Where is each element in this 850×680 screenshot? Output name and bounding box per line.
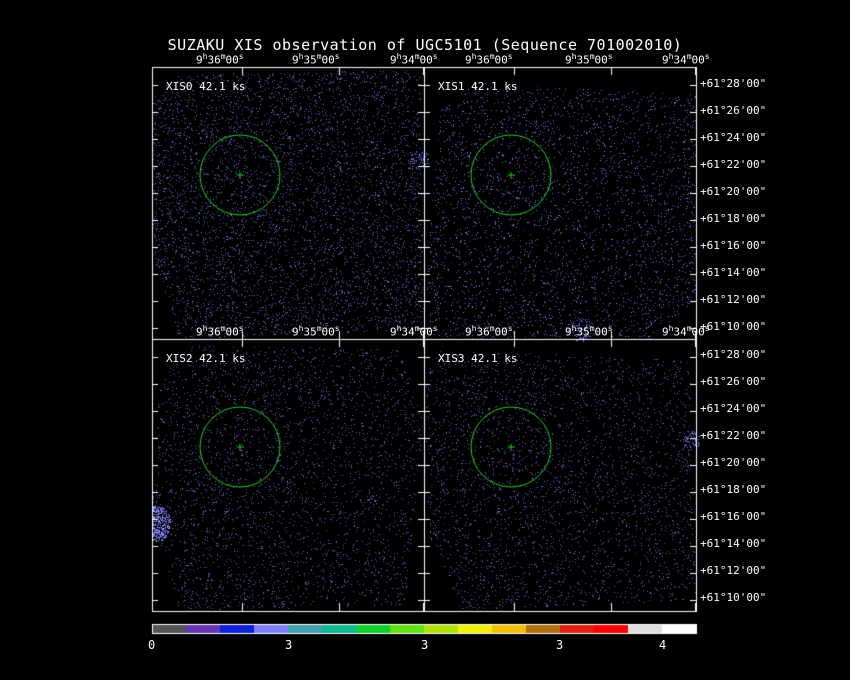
panel-label-xis3: XIS3 42.1 ks (438, 352, 518, 365)
ra-label-top-right-2: 9h35m00s (565, 52, 613, 67)
dec-label-bottom-1: +61°28'00" (700, 348, 767, 361)
dec-label-bottom-6: +61°18'00" (700, 483, 767, 496)
colorbar-tick-2: 3 (421, 638, 429, 652)
colorbar-tick-3: 3 (556, 638, 564, 652)
colorbar-tick-4: 4 (659, 638, 667, 652)
ra-label-top-right-3: 9h34m00s (662, 52, 710, 67)
dec-label-top-6: +61°18'00" (700, 212, 767, 225)
colorbar-tick-1: 3 (285, 638, 293, 652)
ra-label-mid-left-2: 9h35m00s (292, 324, 340, 339)
ra-label-top-right-1: 9h36m00s (465, 52, 513, 67)
ra-label-mid-right-2: 9h35m00s (565, 324, 613, 339)
dec-label-top-1: +61°28'00" (700, 77, 767, 90)
ra-label-top-left-1: 9h36m00s (196, 52, 244, 67)
dec-label-top-5: +61°20'00" (700, 185, 767, 198)
dec-label-bottom-4: +61°22'00" (700, 429, 767, 442)
dec-label-bottom-9: +61°12'00" (700, 564, 767, 577)
dec-label-top-9: +61°12'00" (700, 293, 767, 306)
panel-label-xis2: XIS2 42.1 ks (166, 352, 246, 365)
panel-label-xis0: XIS0 42.1 ks (166, 80, 246, 93)
dec-label-top-3: +61°24'00" (700, 131, 767, 144)
colorbar-tick-0: 0 (148, 638, 156, 652)
ra-label-top-left-3: 9h34m00s (390, 52, 438, 67)
dec-label-top-10: +61°10'00" (700, 320, 767, 333)
dec-label-bottom-2: +61°26'00" (700, 375, 767, 388)
dec-label-bottom-10: +61°10'00" (700, 591, 767, 604)
dec-label-top-4: +61°22'00" (700, 158, 767, 171)
ra-label-mid-left-3: 9h34m00s (390, 324, 438, 339)
ra-label-top-left-2: 9h35m00s (292, 52, 340, 67)
ra-label-mid-right-1: 9h36m00s (465, 324, 513, 339)
dec-label-bottom-8: +61°14'00" (700, 537, 767, 550)
dec-label-top-7: +61°16'00" (700, 239, 767, 252)
dec-label-bottom-3: +61°24'00" (700, 402, 767, 415)
panel-label-xis1: XIS1 42.1 ks (438, 80, 518, 93)
dec-label-top-8: +61°14'00" (700, 266, 767, 279)
dec-label-top-2: +61°26'00" (700, 104, 767, 117)
image-canvas (0, 0, 850, 680)
dec-label-bottom-7: +61°16'00" (700, 510, 767, 523)
ra-label-mid-left-1: 9h36m00s (196, 324, 244, 339)
dec-label-bottom-5: +61°20'00" (700, 456, 767, 469)
